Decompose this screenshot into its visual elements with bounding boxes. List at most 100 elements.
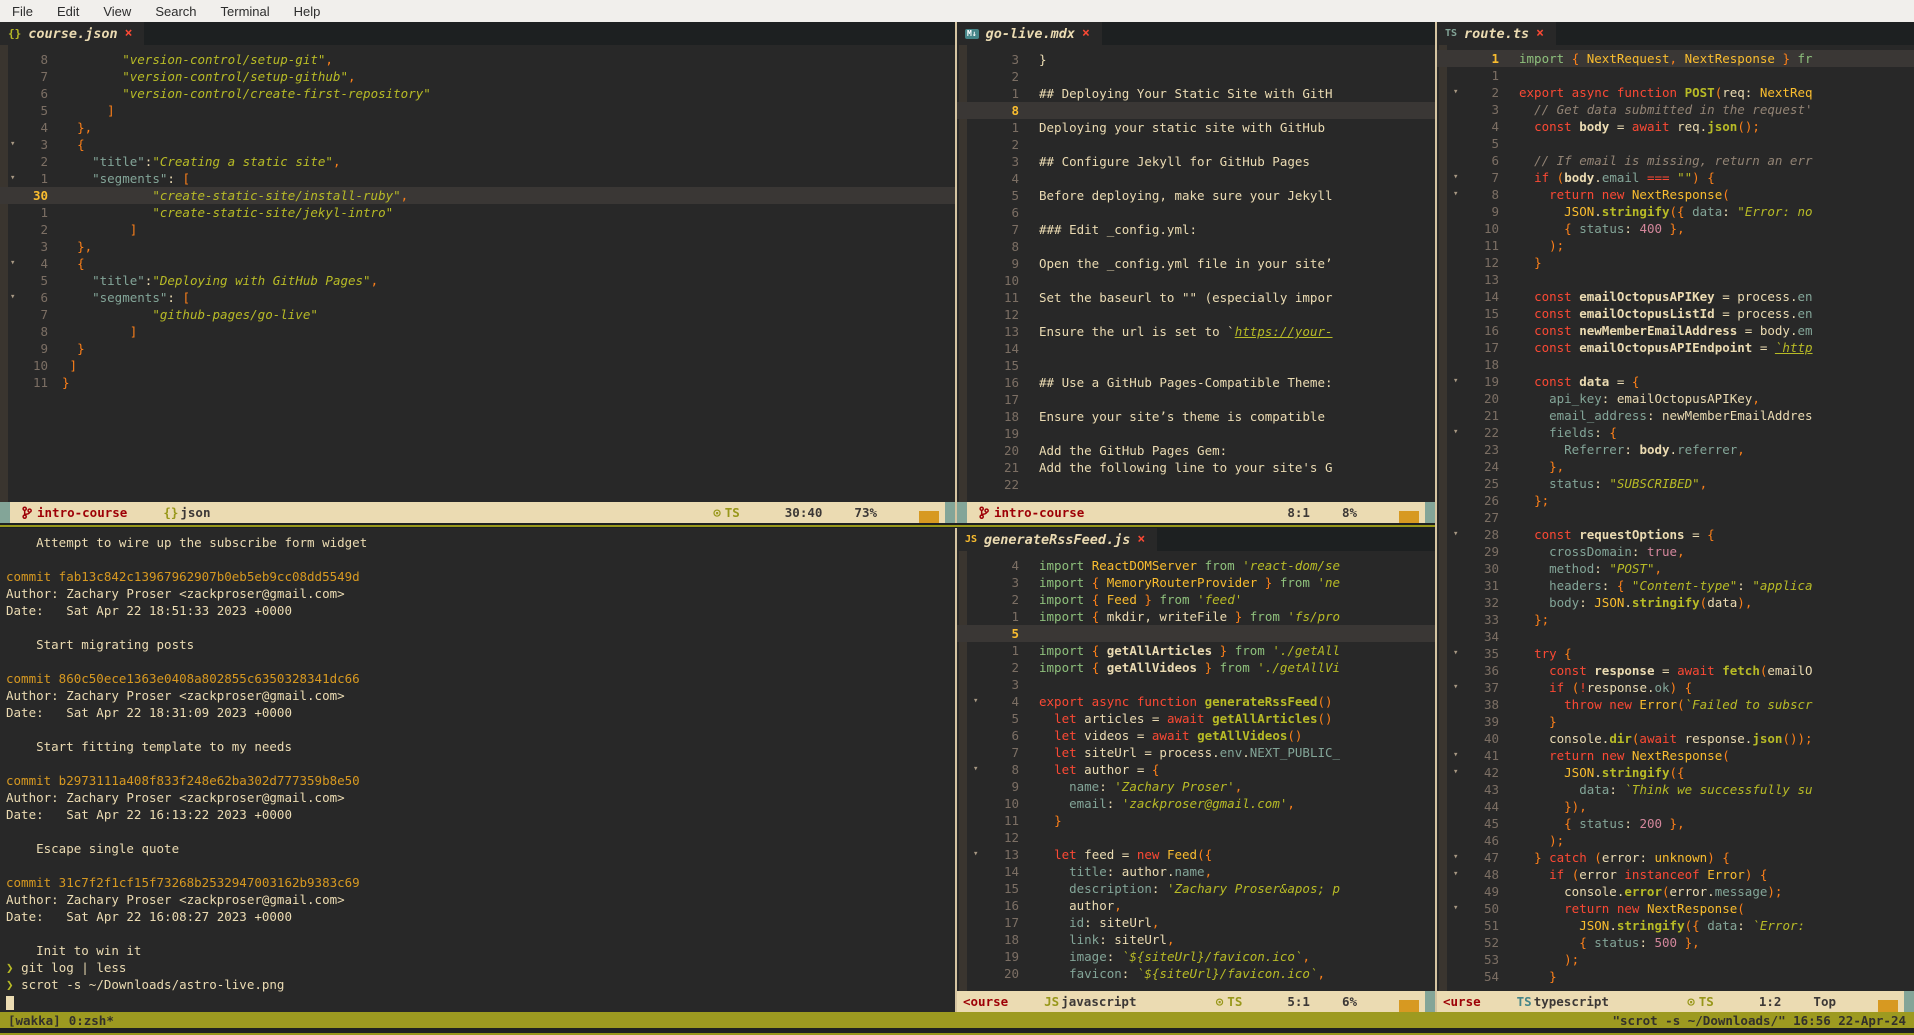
fold-marker-icon[interactable]: ▾ [1453, 526, 1467, 543]
editor-go-live[interactable]: 3}21## Deploying Your Static Site with G… [957, 51, 1435, 502]
line-number: 12 [987, 306, 1019, 323]
fold-column [1453, 594, 1467, 611]
token: await [1639, 731, 1677, 746]
token: : [1107, 949, 1122, 964]
code-line: 5 let articles = await getAllArticles() [957, 710, 1435, 727]
fold-column [1453, 951, 1467, 968]
code-line-current: 5 [957, 625, 1435, 642]
fold-column [1453, 271, 1467, 288]
fold-marker-icon[interactable]: ▾ [1453, 169, 1467, 186]
token: generateRssFeed [1205, 694, 1318, 709]
token: NextResponse [1632, 748, 1722, 763]
close-icon[interactable]: × [1137, 532, 1145, 547]
code-text: "title":"Deploying with GitHub Pages", [48, 272, 955, 289]
menu-search[interactable]: Search [143, 0, 208, 22]
token: status [1594, 935, 1639, 950]
tab-route-ts[interactable]: TS route.ts × [1437, 22, 1556, 45]
pane-terminal[interactable]: Attempt to wire up the subscribe form wi… [0, 528, 955, 1012]
menu-help[interactable]: Help [282, 0, 333, 22]
code-line: 33 }; [1437, 611, 1914, 628]
token [1564, 51, 1572, 66]
token [1084, 643, 1092, 658]
code-text [1019, 340, 1435, 357]
code-line: 24 }, [1437, 458, 1914, 475]
fold-marker-icon[interactable]: ▾ [1453, 764, 1467, 781]
tab-course-json[interactable]: {} course.json × [0, 22, 144, 45]
token: await [1167, 711, 1205, 726]
token: 'Zachary Proser' [1114, 779, 1234, 794]
fold-marker-icon[interactable]: ▾ [973, 693, 987, 710]
tmux-window-name[interactable]: 0:zsh* [69, 1013, 114, 1028]
token: , [1700, 476, 1708, 491]
menu-file[interactable]: File [0, 0, 45, 22]
code-line: 21 email_address: newMemberEmailAddres [1437, 407, 1914, 424]
token: feed = [1077, 847, 1137, 862]
code-line: 4 [957, 170, 1435, 187]
close-icon[interactable]: × [125, 26, 133, 41]
code-text: data: `Think we successfully su [1499, 781, 1914, 798]
fold-marker-icon[interactable]: ▾ [1453, 424, 1467, 441]
token: const [1534, 527, 1572, 542]
code-text: } [1019, 812, 1435, 829]
fold-marker-icon[interactable]: ▾ [973, 846, 987, 863]
line-number: 44 [1467, 798, 1499, 815]
editor-rss-feed[interactable]: 4import ReactDOMServer from 'react-dom/s… [957, 557, 1435, 991]
token: "title" [92, 154, 145, 169]
cursor-position: 30:40 [785, 505, 823, 520]
line-number: 17 [1467, 339, 1499, 356]
code-text: "segments": [ [48, 289, 955, 306]
token [1519, 697, 1564, 712]
token: title [1069, 864, 1107, 879]
fold-marker-icon[interactable]: ▾ [1453, 679, 1467, 696]
fold-marker-icon[interactable]: ▾ [1453, 849, 1467, 866]
fold-marker-icon[interactable]: ▾ [1453, 645, 1467, 662]
close-icon[interactable]: × [1536, 26, 1544, 41]
token [62, 154, 92, 169]
token: const [1534, 306, 1572, 321]
code-line: 32 body: JSON.stringify(data), [1437, 594, 1914, 611]
code-line-current: 8 [957, 102, 1435, 119]
token: getAllArticles [1212, 711, 1317, 726]
token: MemoryRouterProvider [1107, 575, 1258, 590]
token [62, 307, 152, 322]
code-text: }; [1499, 492, 1914, 509]
token: import [1039, 575, 1084, 590]
token: throw new [1564, 697, 1632, 712]
fold-marker-icon[interactable]: ▾ [10, 170, 24, 187]
token: console. [1519, 884, 1624, 899]
fold-marker-icon[interactable]: ▾ [1453, 373, 1467, 390]
token: author [1039, 898, 1114, 913]
editor-course-json[interactable]: 8 "version-control/setup-git",7 "version… [0, 51, 955, 502]
fold-marker-icon[interactable]: ▾ [10, 255, 24, 272]
token: : author. [1107, 864, 1175, 879]
terminal-line: commit fab13c842c13967962907b0eb5eb9cc08… [0, 568, 955, 585]
token: body [1549, 595, 1579, 610]
token: } [1227, 609, 1242, 624]
code-text [1019, 357, 1435, 374]
fold-marker-icon[interactable]: ▾ [1453, 84, 1467, 101]
fold-marker-icon[interactable]: ▾ [1453, 900, 1467, 917]
line-number: 36 [1467, 662, 1499, 679]
fold-column [1453, 237, 1467, 254]
fold-marker-icon[interactable]: ▾ [10, 289, 24, 306]
token [62, 103, 107, 118]
fold-column [973, 255, 987, 272]
fold-marker-icon[interactable]: ▾ [10, 136, 24, 153]
fold-marker-icon[interactable]: ▾ [1453, 866, 1467, 883]
fold-marker-icon[interactable]: ▾ [1453, 186, 1467, 203]
tab-go-live[interactable]: M↓ go-live.mdx × [957, 22, 1102, 45]
menu-terminal[interactable]: Terminal [209, 0, 282, 22]
tab-rss-feed[interactable]: JS generateRssFeed.js × [957, 528, 1157, 551]
menu-view[interactable]: View [91, 0, 143, 22]
fold-column [973, 880, 987, 897]
code-line: 16## Use a GitHub Pages-Compatible Theme… [957, 374, 1435, 391]
menu-edit[interactable]: Edit [45, 0, 91, 22]
fold-marker-icon[interactable]: ▾ [973, 761, 987, 778]
editor-route-ts[interactable]: 1import { NextRequest, NextResponse } fr… [1437, 50, 1914, 991]
close-icon[interactable]: × [1082, 26, 1090, 41]
fold-column [973, 323, 987, 340]
code-text: JSON.stringify({ data: "Error: no [1499, 203, 1914, 220]
line-number: 39 [1467, 713, 1499, 730]
line-number: 48 [1467, 866, 1499, 883]
fold-marker-icon[interactable]: ▾ [1453, 747, 1467, 764]
